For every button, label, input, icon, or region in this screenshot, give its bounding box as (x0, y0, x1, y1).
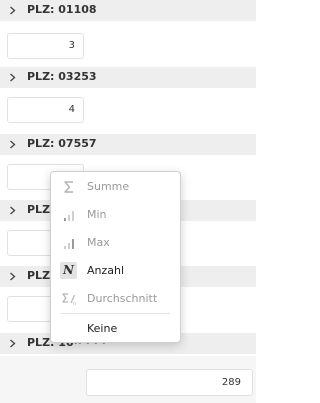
menu-item-max[interactable]: Max (51, 229, 180, 257)
chevron-right-icon[interactable] (8, 140, 17, 149)
menu-item-summe[interactable]: Summe (51, 173, 180, 201)
menu-item-durchschnitt[interactable]: n Durchschnitt (51, 285, 180, 313)
chevron-right-icon[interactable] (8, 6, 17, 15)
menu-item-label: Keine (87, 322, 118, 335)
menu-item-anzahl[interactable]: N Anzahl (51, 257, 180, 285)
menu-item-label: Durchschnitt (87, 292, 158, 305)
group-header-03253[interactable]: PLZ: 03253 (0, 67, 256, 88)
menu-item-min[interactable]: Min (51, 201, 180, 229)
menu-item-label: Max (87, 236, 110, 249)
group-label: PLZ: 01108 (27, 3, 97, 16)
chevron-right-icon[interactable] (8, 206, 17, 215)
chevron-right-icon[interactable] (8, 272, 17, 281)
menu-divider (61, 313, 170, 314)
bar-chart-min-icon (64, 211, 74, 221)
svg-text:n: n (73, 301, 76, 307)
menu-item-label: Summe (87, 180, 130, 193)
chevron-right-icon[interactable] (8, 339, 17, 348)
group-header-07557[interactable]: PLZ: 07557 (0, 134, 256, 155)
sum-icon (64, 181, 73, 193)
group-header-01108[interactable]: PLZ: 01108 (0, 0, 256, 21)
menu-item-keine[interactable]: Keine (51, 315, 180, 343)
group-label: PLZ: 03253 (27, 70, 97, 83)
menu-item-label: Anzahl (87, 264, 125, 277)
average-icon: n (62, 293, 76, 307)
group-label: PLZ: 07557 (27, 137, 97, 150)
chevron-right-icon[interactable] (8, 73, 17, 82)
aggregate-menu: Summe Min Max N Anzahl n Durchschnitt Ke… (50, 171, 181, 343)
total-row: 289 (0, 356, 256, 403)
menu-item-label: Min (87, 208, 107, 221)
group-count-field[interactable]: 3 (7, 33, 84, 59)
group-count-field[interactable]: 4 (7, 97, 84, 123)
bar-chart-max-icon (64, 239, 74, 249)
count-n-icon: N (60, 262, 77, 279)
total-count-field[interactable]: 289 (86, 369, 253, 396)
